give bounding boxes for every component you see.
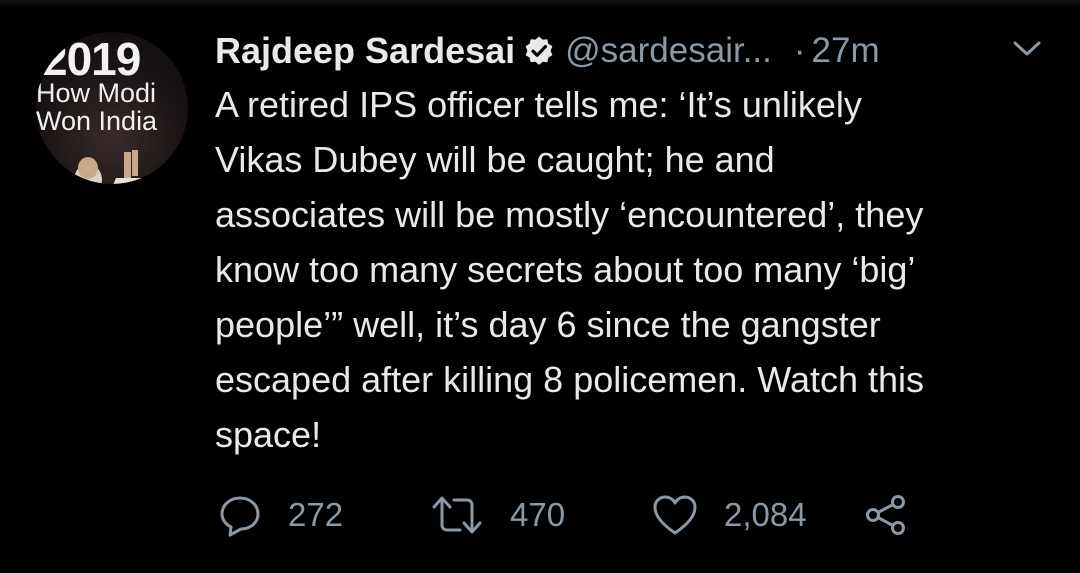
separator-dot: · xyxy=(793,31,806,70)
reply-count: 272 xyxy=(288,496,344,533)
retweet-button[interactable]: 470 xyxy=(430,490,565,540)
like-count: 2,084 xyxy=(724,496,807,533)
chevron-down-icon[interactable] xyxy=(1010,38,1044,60)
comment-icon xyxy=(220,496,260,537)
verified-badge-icon xyxy=(525,36,553,65)
tweet-actions-bar: 272 470 2,084 xyxy=(218,490,938,540)
share-icon xyxy=(866,495,905,535)
tweet-header: Rajdeep Sardesai @sardesair... · 27m xyxy=(215,26,880,76)
like-button[interactable]: 2,084 xyxy=(652,490,807,540)
avatar-caption-line-1: How Modi xyxy=(36,78,157,108)
author-name[interactable]: Rajdeep Sardesai xyxy=(215,30,515,72)
avatar-portrait-figure xyxy=(74,150,148,184)
tweet[interactable]: 2019 How Modi Won India Rajdeep Sardesai… xyxy=(0,0,1080,573)
share-button[interactable] xyxy=(864,490,908,540)
timestamp[interactable]: 27m xyxy=(812,31,880,71)
retweet-icon xyxy=(432,496,482,534)
tweet-text: A retired IPS officer tells me: ‘It’s un… xyxy=(215,84,925,455)
author-handle[interactable]: @sardesair... xyxy=(565,31,772,71)
avatar[interactable]: 2019 How Modi Won India xyxy=(36,32,188,184)
heart-icon xyxy=(653,495,697,535)
retweet-count: 470 xyxy=(510,496,566,533)
reply-button[interactable]: 272 xyxy=(218,490,343,540)
